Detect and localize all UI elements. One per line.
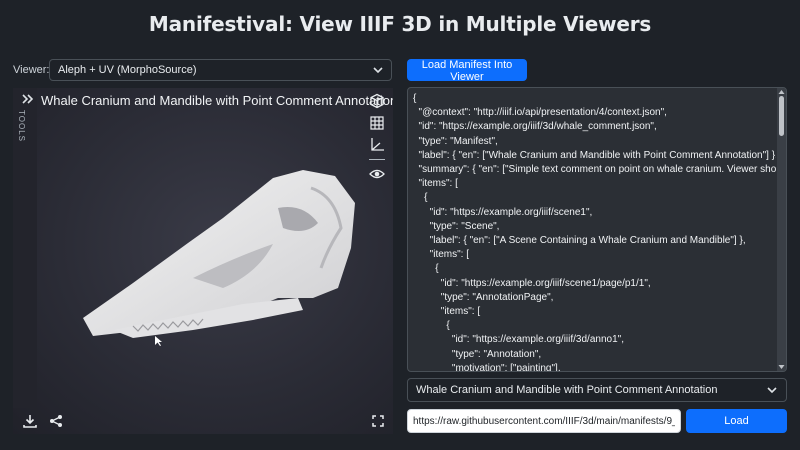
manifest-json-text[interactable]: { "@context": "http://iiif.io/api/presen… bbox=[413, 92, 776, 371]
axes-icon[interactable] bbox=[369, 137, 385, 153]
load-button[interactable]: Load bbox=[686, 409, 787, 433]
cursor-icon bbox=[155, 336, 162, 346]
toolbar-divider bbox=[369, 159, 385, 160]
load-manifest-button[interactable]: Load Manifest Into Viewer bbox=[407, 59, 527, 83]
scroll-down-icon[interactable] bbox=[778, 364, 785, 370]
manifest-url-input[interactable] bbox=[407, 409, 681, 433]
model-title: Whale Cranium and Mandible with Point Co… bbox=[41, 93, 393, 108]
whale-skull-model[interactable] bbox=[73, 148, 363, 348]
viewer-select[interactable]: Aleph + UV (MorphoSource) bbox=[49, 59, 392, 81]
grid-icon[interactable] bbox=[369, 115, 385, 131]
json-scrollbar[interactable] bbox=[777, 88, 786, 371]
download-icon[interactable] bbox=[23, 414, 37, 428]
scroll-up-icon[interactable] bbox=[778, 89, 785, 95]
cube-icon[interactable] bbox=[369, 93, 385, 109]
json-scroll-thumb[interactable] bbox=[779, 96, 784, 136]
fullscreen-icon[interactable] bbox=[372, 415, 384, 427]
expand-icon[interactable] bbox=[22, 94, 34, 104]
tools-label: TOOLS bbox=[17, 110, 26, 142]
tools-sidebar[interactable]: TOOLS bbox=[13, 88, 37, 408]
share-icon[interactable] bbox=[49, 414, 63, 428]
example-manifest-select[interactable]: Whale Cranium and Mandible with Point Co… bbox=[407, 378, 787, 402]
chevron-down-icon bbox=[767, 387, 777, 394]
viewer-select-label: Viewer: bbox=[13, 64, 50, 76]
chevron-down-icon bbox=[373, 67, 383, 74]
eye-icon[interactable] bbox=[369, 166, 385, 182]
page-title: Manifestival: View IIIF 3D in Multiple V… bbox=[148, 12, 652, 36]
example-manifest-value: Whale Cranium and Mandible with Point Co… bbox=[416, 384, 718, 396]
viewer-bottom-bar bbox=[23, 414, 71, 433]
3d-viewer[interactable]: TOOLS Whale Cranium and Mandible with Po… bbox=[13, 88, 393, 434]
viewer-toolbar bbox=[369, 93, 387, 188]
manifest-json-editor[interactable]: { "@context": "http://iiif.io/api/presen… bbox=[407, 87, 787, 372]
viewer-select-value: Aleph + UV (MorphoSource) bbox=[58, 64, 197, 76]
